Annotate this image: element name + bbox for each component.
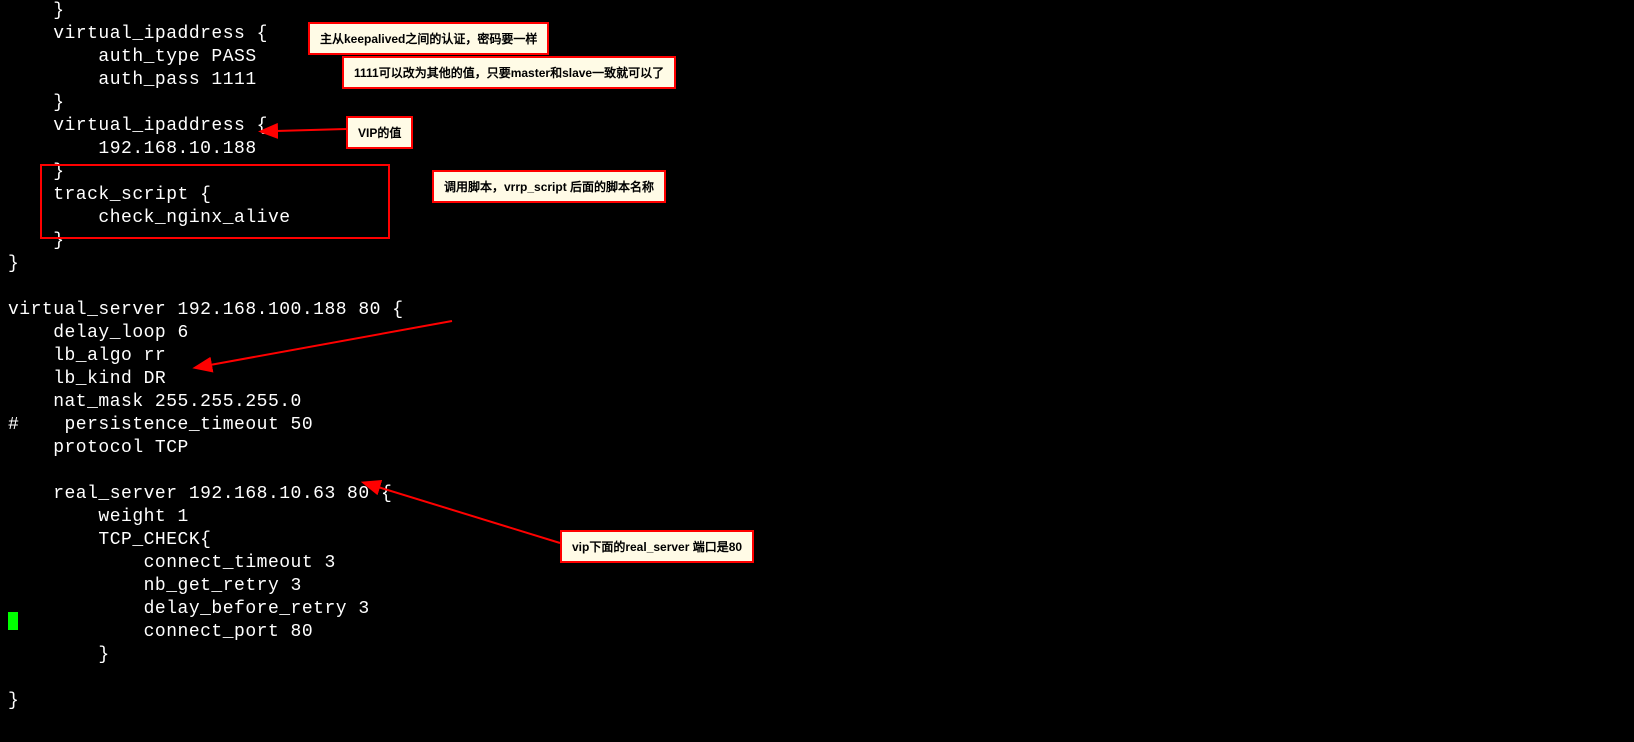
note-realserver: vip下面的real_server 端口是80 xyxy=(560,530,754,563)
note-script: 调用脚本，vrrp_script 后面的脚本名称 xyxy=(432,170,666,203)
highlight-track-script xyxy=(40,164,390,239)
note-auth: 主从keepalived之间的认证，密码要一样 xyxy=(308,22,549,55)
terminal-cursor xyxy=(8,612,18,630)
note-vip: VIP的值 xyxy=(346,116,413,149)
note-authpass: 1111可以改为其他的值，只要master和slave一致就可以了 xyxy=(342,56,676,89)
config-code: } virtual_ipaddress { auth_type PASS aut… xyxy=(8,0,404,713)
